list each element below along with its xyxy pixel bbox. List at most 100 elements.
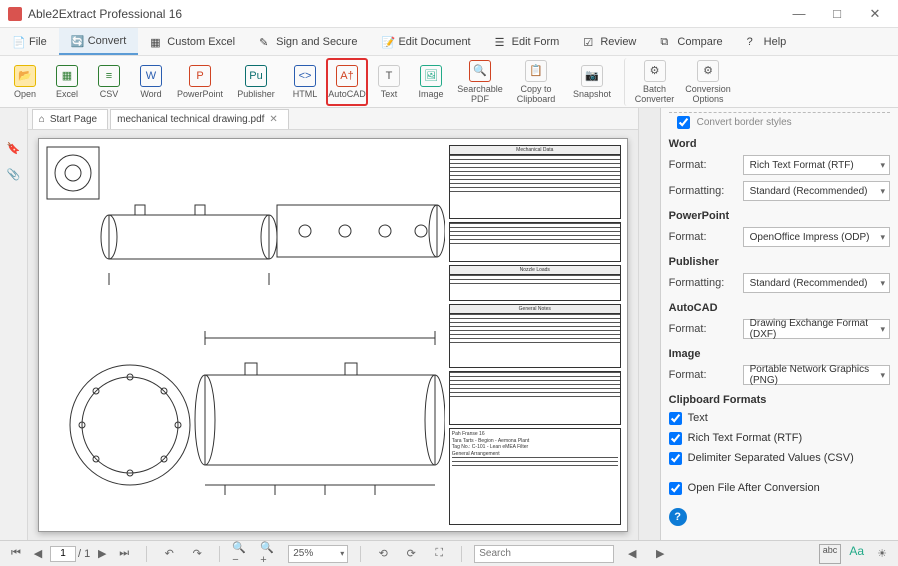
maximize-button[interactable]: □ [822, 4, 852, 24]
search-next-button[interactable]: ▶ [650, 544, 670, 564]
tab-document[interactable]: mechanical technical drawing.pdf✕ [110, 109, 289, 129]
help-icon: ? [747, 36, 759, 48]
pdf-icon: 🔍 [469, 60, 491, 82]
menu-sign-secure[interactable]: ✎Sign and Secure [247, 28, 369, 55]
tool-powerpoint[interactable]: PPowerPoint [172, 58, 228, 106]
app-title: Able2Extract Professional 16 [28, 7, 784, 21]
section-clipboard: Clipboard Formats [669, 394, 890, 406]
gear-icon: ⚙ [697, 60, 719, 82]
tool-text[interactable]: TText [368, 58, 410, 106]
convert-icon: 🔄 [71, 35, 83, 47]
section-powerpoint: PowerPoint [669, 210, 890, 222]
file-icon: 📄 [12, 36, 24, 48]
open-after-label: Open File After Conversion [688, 482, 820, 494]
clipboard-csv-checkbox[interactable] [669, 452, 682, 465]
close-window-button[interactable]: ✕ [860, 4, 890, 24]
statusbar: ⏮ ◀ / 1 ▶ ⏭ ↶ ↷ 🔍− 🔍+ 25% ⟲ ⟳ ⛶ ◀ ▶ abc … [0, 540, 898, 566]
border-styles-checkbox[interactable] [677, 116, 690, 129]
text-icon: T [378, 65, 400, 87]
label-formatting: Formatting: [669, 185, 737, 197]
zoom-in-button[interactable]: 🔍+ [260, 544, 280, 564]
menu-convert[interactable]: 🔄Convert [59, 28, 139, 55]
powerpoint-format-select[interactable]: OpenOffice Impress (ODP) [743, 227, 890, 247]
page-number-input[interactable] [50, 546, 76, 562]
thumbnails-view-button[interactable] [3, 112, 23, 132]
home-icon: ⌂ [39, 114, 45, 125]
zoom-select[interactable]: 25% [288, 545, 348, 563]
tool-open[interactable]: 📂Open [4, 58, 46, 106]
folder-icon: 📂 [14, 65, 36, 87]
clipboard-text-checkbox[interactable] [669, 412, 682, 425]
grid-icon: ▦ [150, 36, 162, 48]
label-formatting: Formatting: [669, 277, 737, 289]
batch-icon: ⚙ [644, 60, 666, 82]
tool-word[interactable]: WWord [130, 58, 172, 106]
clipboard-icon: 📋 [525, 60, 547, 82]
form-icon: ☰ [495, 36, 507, 48]
autocad-format-select[interactable]: Drawing Exchange Format (DXF) [743, 319, 890, 339]
tool-autocad[interactable]: A†AutoCAD [326, 58, 368, 106]
tool-copy-clipboard[interactable]: 📋Copy to Clipboard [508, 58, 564, 106]
menu-edit-form[interactable]: ☰Edit Form [483, 28, 572, 55]
fit-page-button[interactable]: ⛶ [429, 544, 449, 564]
menu-compare[interactable]: ⧉Compare [648, 28, 734, 55]
app-logo [8, 7, 22, 21]
clipboard-rtf-checkbox[interactable] [669, 432, 682, 445]
menu-edit-document[interactable]: 📝Edit Document [369, 28, 482, 55]
tool-image[interactable]: 🖼Image [410, 58, 452, 106]
tab-start-page[interactable]: ⌂Start Page [32, 109, 108, 129]
menu-help[interactable]: ?Help [735, 28, 799, 55]
notes-header: General Notes [450, 305, 620, 314]
minimize-button[interactable]: — [784, 4, 814, 24]
prev-page-button[interactable]: ◀ [28, 544, 48, 564]
powerpoint-icon: P [189, 65, 211, 87]
tool-csv[interactable]: ≡CSV [88, 58, 130, 106]
redo-button[interactable]: ↷ [187, 544, 207, 564]
bookmarks-button[interactable]: 🔖 [3, 138, 23, 158]
menu-custom-excel[interactable]: ▦Custom Excel [138, 28, 247, 55]
undo-button[interactable]: ↶ [159, 544, 179, 564]
open-after-checkbox[interactable] [669, 482, 682, 495]
case-aa-toggle[interactable]: Aa [849, 544, 864, 564]
publisher-icon: Pu [245, 65, 267, 87]
tool-snapshot[interactable]: 📷Snapshot [564, 58, 620, 106]
rotate-left-button[interactable]: ⟲ [373, 544, 393, 564]
word-format-select[interactable]: Rich Text Format (RTF) [743, 155, 890, 175]
tool-conversion-options[interactable]: ⚙Conversion Options [680, 58, 736, 106]
close-tab-button[interactable]: ✕ [269, 114, 277, 125]
html-icon: <> [294, 65, 316, 87]
theme-toggle[interactable]: ☀ [872, 544, 892, 564]
zoom-out-button[interactable]: 🔍− [232, 544, 252, 564]
document-viewport[interactable]: Mechanical Data Nozzle Loads General Not… [28, 130, 638, 540]
clipboard-csv-label: Delimiter Separated Values (CSV) [688, 452, 854, 464]
image-format-select[interactable]: Portable Network Graphics (PNG) [743, 365, 890, 385]
attachments-button[interactable]: 📎 [3, 164, 23, 184]
clipboard-rtf-label: Rich Text Format (RTF) [688, 432, 803, 444]
tool-batch-converter[interactable]: ⚙Batch Converter [624, 58, 680, 106]
search-prev-button[interactable]: ◀ [622, 544, 642, 564]
document-tabs: ⌂Start Page mechanical technical drawing… [28, 108, 638, 130]
drawing-graphic [45, 145, 445, 525]
first-page-button[interactable]: ⏮ [6, 544, 26, 564]
section-publisher: Publisher [669, 256, 890, 268]
camera-icon: 📷 [581, 65, 603, 87]
tool-searchable-pdf[interactable]: 🔍Searchable PDF [452, 58, 508, 106]
rotate-right-button[interactable]: ⟳ [401, 544, 421, 564]
case-abc-toggle[interactable]: abc [819, 544, 842, 564]
publisher-formatting-select[interactable]: Standard (Recommended) [743, 273, 890, 293]
menubar: 📄File 🔄Convert ▦Custom Excel ✎Sign and S… [0, 28, 898, 56]
menu-file[interactable]: 📄File [0, 28, 59, 55]
side-panel-collapse[interactable] [638, 108, 660, 540]
next-page-button[interactable]: ▶ [92, 544, 112, 564]
tool-html[interactable]: <>HTML [284, 58, 326, 106]
word-formatting-select[interactable]: Standard (Recommended) [743, 181, 890, 201]
page-total: / 1 [78, 548, 90, 560]
tool-excel[interactable]: ▦Excel [46, 58, 88, 106]
help-badge[interactable]: ? [669, 508, 687, 526]
search-input[interactable] [474, 545, 614, 563]
tool-publisher[interactable]: PuPublisher [228, 58, 284, 106]
last-page-button[interactable]: ⏭ [114, 544, 134, 564]
nozzle-header: Nozzle Loads [450, 266, 620, 275]
menu-review[interactable]: ☑Review [571, 28, 648, 55]
label-format: Format: [669, 159, 737, 171]
